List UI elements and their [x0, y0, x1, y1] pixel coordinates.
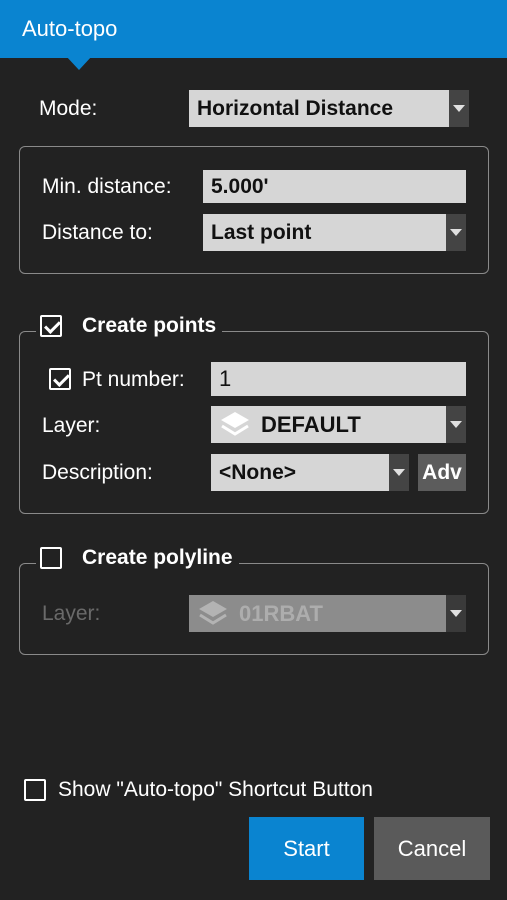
description-dropdown[interactable]: <None> — [211, 454, 409, 491]
distance-to-dropdown[interactable]: Last point — [203, 214, 466, 251]
create-polyline-checkbox[interactable] — [40, 547, 62, 569]
layers-icon — [221, 411, 249, 436]
create-points-checkbox[interactable] — [40, 315, 62, 337]
adv-button[interactable]: Adv — [418, 454, 466, 491]
chevron-down-icon[interactable] — [449, 90, 469, 127]
distance-to-value: Last point — [211, 220, 312, 244]
title-pointer — [66, 56, 92, 70]
chevron-down-icon[interactable] — [446, 406, 466, 443]
create-points-label: Create points — [82, 314, 217, 337]
create-polyline-legend[interactable]: Create polyline — [36, 544, 239, 572]
create-points-legend[interactable]: Create points — [36, 312, 223, 340]
start-button[interactable]: Start — [249, 817, 364, 880]
mode-value: Horizontal Distance — [197, 96, 394, 120]
chevron-down-icon[interactable] — [446, 595, 466, 632]
chevron-down-icon[interactable] — [446, 214, 466, 251]
distance-group — [19, 146, 489, 274]
points-layer-value: DEFAULT — [261, 411, 361, 437]
points-layer-dropdown[interactable]: DEFAULT — [211, 406, 466, 443]
min-distance-value: 5.000' — [211, 174, 269, 198]
polyline-layer-value: 01RBAT — [239, 600, 323, 626]
min-distance-input[interactable]: 5.000' — [203, 170, 466, 203]
chevron-down-icon[interactable] — [389, 454, 409, 491]
create-polyline-label: Create polyline — [82, 546, 233, 569]
polyline-layer-dropdown[interactable]: 01RBAT — [189, 595, 466, 632]
dialog-title-bar: Auto-topo — [0, 0, 507, 70]
shortcut-label: Show "Auto-topo" Shortcut Button — [58, 778, 373, 801]
polyline-layer-label: Layer: — [42, 602, 101, 625]
dialog-title: Auto-topo — [22, 16, 118, 41]
layer-label: Layer: — [42, 414, 101, 437]
distance-to-label: Distance to: — [42, 221, 153, 244]
pt-number-checkbox[interactable] — [49, 368, 71, 390]
shortcut-checkbox[interactable] — [24, 779, 46, 801]
mode-label: Mode: — [39, 97, 98, 120]
pt-number-label: Pt number: — [82, 368, 185, 391]
min-distance-label: Min. distance: — [42, 175, 172, 198]
layers-icon — [199, 600, 227, 625]
description-label: Description: — [42, 461, 153, 484]
cancel-button[interactable]: Cancel — [374, 817, 490, 880]
pt-number-input[interactable]: 1 — [211, 362, 466, 396]
mode-dropdown[interactable]: Horizontal Distance — [189, 90, 469, 127]
description-value: <None> — [219, 460, 297, 484]
pt-number-value: 1 — [219, 366, 232, 391]
